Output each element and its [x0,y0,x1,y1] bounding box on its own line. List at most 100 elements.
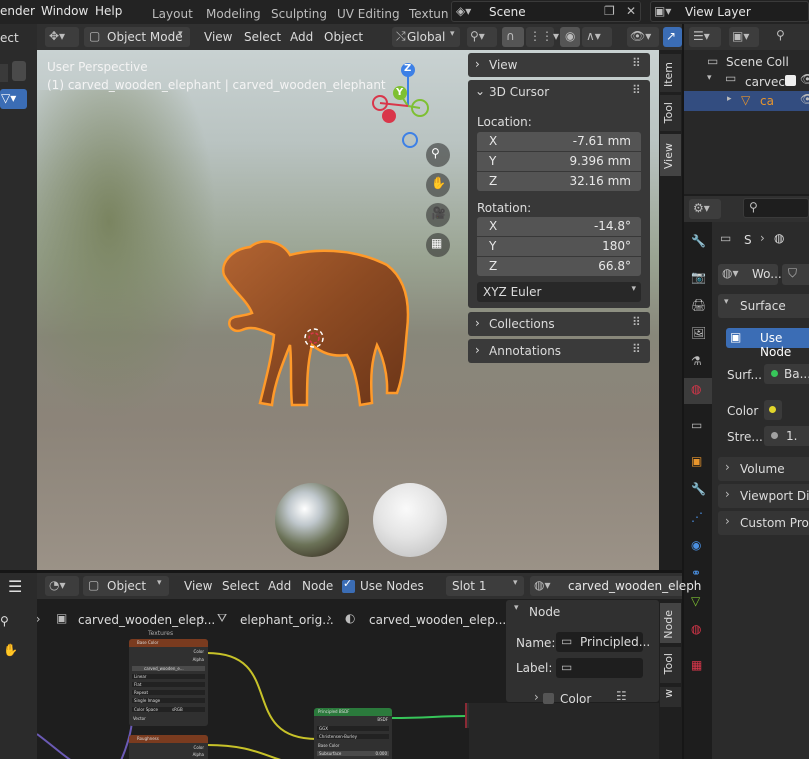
modifier-tab-icon[interactable]: 🔧 [691,482,706,496]
pivot-button[interactable]: ⚲▾ [467,27,497,47]
chevron-down-icon[interactable]: ▾ [514,603,519,613]
drag-handle-icon[interactable]: ⠿ [632,56,641,70]
outliner-editor-button[interactable]: ☰▾ [689,27,721,47]
color-space-dropdown[interactable]: Color Space sRGB [132,707,205,712]
principled-bsdf-node[interactable]: Principled BSDF BSDF GGX Christensen-Bur… [314,708,392,759]
rotation-mode-dropdown[interactable]: XYZ Euler ▾ [477,282,641,302]
node-label-field[interactable]: ▭ [556,658,643,678]
node-editor-type-button[interactable]: ◔▾ [45,576,79,596]
particles-tab-icon[interactable]: ⋰ [691,510,703,524]
chevron-right-icon[interactable]: › [534,690,539,704]
filter-button[interactable]: ▽▾ [0,89,27,109]
custom-properties-panel-header[interactable]: › Custom Prope [718,511,809,535]
view-layer-tab-icon[interactable]: 🖼 [691,326,706,340]
snap-target-button[interactable]: ⋮⋮▾ [526,27,559,47]
tool-tab-icon[interactable]: 🔧 [691,234,706,248]
material-selector[interactable]: ◍▾ carved_wooden_eleph [530,576,701,596]
physics-tab-icon[interactable]: ◉ [691,538,701,552]
node-menu-select[interactable]: Select [222,579,259,593]
world-datablock[interactable]: ◍▾ Wo... [718,264,782,285]
gizmo-toggle[interactable]: ↗ [663,27,682,47]
tab-view[interactable]: w [660,687,681,707]
copy-icon[interactable]: ❐ [604,4,615,18]
render-tab-icon[interactable]: 📷 [691,270,706,284]
view-panel-header[interactable]: › View ⠿ [468,53,650,77]
tab-view[interactable]: View [660,134,681,176]
subsurface-field[interactable]: Subsurface 0.000 [317,751,389,756]
distribution-dropdown[interactable]: GGX [317,726,389,731]
rotation-x-field[interactable]: X -14.8° [477,217,641,236]
material-tab-icon[interactable]: ◍ [691,622,701,636]
constraints-tab-icon[interactable]: ⚭ [691,566,701,580]
chevron-right-icon[interactable]: ▸ [727,94,732,104]
node-name-field[interactable]: ▭ Principled... [556,632,650,652]
tab-tool[interactable]: Tool [660,647,681,683]
drag-handle-icon[interactable]: ⠿ [632,315,641,329]
collection-tab-icon[interactable]: ▭ [691,418,702,432]
location-z-field[interactable]: Z 32.16 mm [477,172,641,191]
collections-panel-header[interactable]: › Collections ⠿ [468,312,650,336]
elephant-model[interactable] [212,235,412,415]
volume-panel-header[interactable]: › Volume [718,457,809,481]
scene-selector[interactable]: ◈▾ Scene ❐ ✕ [451,1,641,22]
tool-button[interactable] [0,64,8,82]
data-tab-icon[interactable]: ▽ [691,594,700,608]
roughness-texture-node[interactable]: Roughness Color Alpha [129,735,208,759]
close-icon[interactable]: ✕ [626,4,636,18]
zoom-button[interactable]: ⚲ [426,143,450,167]
properties-search[interactable]: ⚲ [743,198,809,218]
scene-tab-icon[interactable]: ⚗ [691,354,702,368]
search-icon[interactable]: ⚲ [776,28,785,42]
display-mode-button[interactable]: ▣▾ [729,27,759,47]
properties-editor-button[interactable]: ⚙▾ [689,199,721,219]
source-dropdown[interactable]: Single Image [132,698,205,703]
node-menu-view[interactable]: View [184,579,212,593]
strength-field[interactable]: 1. [764,426,809,446]
surface-shader-field[interactable]: Ba... [764,364,809,384]
location-x-field[interactable]: X -7.61 mm [477,132,641,151]
tab-tool[interactable]: Tool [660,95,681,131]
menu-render[interactable]: ender [0,4,35,18]
use-nodes-button[interactable]: ▣ Use Node [726,328,809,359]
rotation-z-field[interactable]: Z 66.8° [477,257,641,276]
color-checkbox[interactable] [543,693,554,704]
exclude-checkbox[interactable] [785,75,796,86]
menu-help[interactable]: Help [95,4,122,18]
snap-toggle[interactable]: ∩ [502,27,524,47]
projection-dropdown[interactable]: Flat [132,682,205,687]
image-selector[interactable]: carved_wooden_e... [132,666,205,671]
tab-item[interactable]: Item [660,54,681,92]
workspace-texture[interactable]: Textun [409,7,448,21]
texture-tab-icon[interactable]: ▦ [691,658,702,672]
view-layer-selector[interactable]: ▣▾ View Layer [650,1,809,22]
eye-icon[interactable]: 👁 [800,92,809,106]
workspace-sculpting[interactable]: Sculpting [271,7,327,21]
visibility-button[interactable]: 👁▾ [627,27,659,47]
world-tab[interactable]: ◍ [684,378,712,404]
node-canvas[interactable]: ‹› ▣ carved_wooden_elep... › ⛛ elephant_… [37,599,659,759]
menu-add[interactable]: Add [290,30,313,44]
fake-user-button[interactable]: ⛉ [782,264,809,285]
interpolation-dropdown[interactable]: Linear [132,674,205,679]
hand-icon[interactable]: ✋ [3,643,18,657]
chevron-down-icon[interactable]: ▾ [707,73,712,83]
editor-type-button[interactable]: ✥▾ [45,27,79,47]
mode-dropdown[interactable]: ▢ Object Mode ▾ [84,27,190,47]
menu-select[interactable]: Select [244,30,281,44]
node-menu-node[interactable]: Node [302,579,333,593]
zoom-icon[interactable]: ⚲ [0,614,9,628]
annotations-panel-header[interactable]: › Annotations ⠿ [468,339,650,363]
shader-type-dropdown[interactable]: ▢ Object ▾ [83,576,169,596]
node-menu-add[interactable]: Add [268,579,291,593]
use-nodes-checkbox[interactable]: ✓ [342,577,355,593]
slot-dropdown[interactable]: Slot 1 ▾ [446,576,524,596]
falloff-button[interactable]: ∧▾ [582,27,612,47]
subsurface-method-dropdown[interactable]: Christensen-Burley [317,734,389,739]
workspace-layout[interactable]: Layout [152,7,193,21]
menu-object[interactable]: Object [324,30,363,44]
workspace-modeling[interactable]: Modeling [206,7,261,21]
surface-panel-header[interactable]: ▾ Surface [718,294,809,318]
collection-name[interactable]: carvec [745,75,785,89]
eye-icon[interactable]: 👁 [800,72,809,86]
tab-node[interactable]: Node [660,603,681,643]
